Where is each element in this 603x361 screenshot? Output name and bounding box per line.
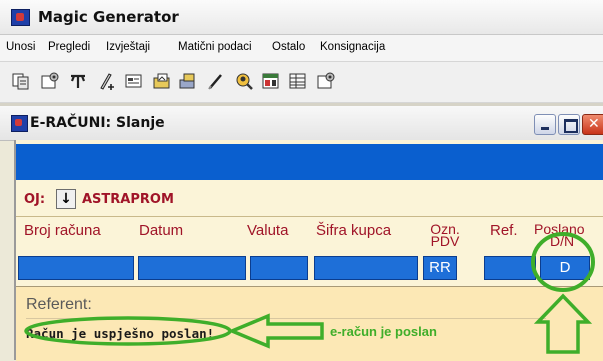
oj-value: ASTRAPROM	[82, 192, 174, 207]
menu-unosi[interactable]: Unosi	[6, 41, 35, 53]
cell-ref[interactable]	[484, 256, 536, 280]
grid-icon[interactable]	[261, 71, 281, 91]
settings-window-icon[interactable]	[316, 71, 336, 91]
minimize-button[interactable]	[534, 114, 556, 135]
menu-ostalo[interactable]: Ostalo	[272, 41, 305, 53]
referent-label: Referent:	[26, 296, 92, 313]
toolbar	[0, 62, 603, 103]
cell-datum[interactable]	[138, 256, 246, 280]
cell-ozn-pdv[interactable]: RR	[423, 256, 457, 280]
form-icon[interactable]	[124, 71, 144, 91]
referent-field[interactable]	[26, 318, 546, 319]
copy-icon[interactable]	[11, 71, 31, 91]
cell-poslano[interactable]: D	[540, 256, 590, 280]
header-band	[16, 144, 603, 180]
header-divider	[16, 216, 603, 217]
col-header-poslano-line2: D/N	[550, 233, 575, 247]
menu-konsignacija[interactable]: Konsignacija	[320, 41, 385, 53]
app-title: Magic Generator	[38, 8, 179, 26]
window-title: E-RAČUNI: Slanje	[30, 115, 165, 131]
col-header-ozn-pdv: Ozn. PDV	[422, 222, 468, 249]
tools-icon[interactable]	[68, 71, 88, 91]
folder-image-icon[interactable]	[152, 71, 172, 91]
edit-plus-icon[interactable]	[97, 71, 117, 91]
menu-bar: Unosi Pregledi Izvještaji Matični podaci…	[0, 35, 603, 62]
app-title-bar: Magic Generator	[0, 0, 603, 35]
col-header-sifra-kupca: Šifra kupca	[316, 222, 392, 239]
oj-dropdown-button[interactable]: ↓	[56, 189, 76, 209]
oj-label: OJ:	[24, 192, 46, 207]
menu-pregledi[interactable]: Pregledi	[48, 41, 90, 53]
maximize-button[interactable]	[558, 114, 580, 135]
col-header-ozn-pdv-line2: PDV	[430, 233, 460, 249]
col-header-ref: Ref.	[490, 222, 518, 239]
search-user-icon[interactable]	[234, 71, 254, 91]
settings-icon[interactable]	[40, 71, 60, 91]
col-header-broj-racuna: Broj računa	[24, 222, 101, 239]
close-button[interactable]	[582, 114, 603, 135]
app-logo-icon	[11, 9, 30, 26]
col-header-valuta: Valuta	[247, 222, 289, 239]
cell-valuta[interactable]	[250, 256, 308, 280]
cell-broj-racuna[interactable]	[18, 256, 134, 280]
transfer-icon[interactable]	[178, 71, 198, 91]
menu-izvjestaji[interactable]: Izvještaji	[106, 41, 150, 53]
col-header-datum: Datum	[139, 222, 184, 239]
col-header-poslano: Poslano D/N	[534, 223, 603, 247]
status-message: Račun je uspješno poslan!	[26, 326, 215, 341]
referent-panel	[16, 286, 603, 361]
menu-maticni-podaci[interactable]: Matični podaci	[178, 41, 252, 53]
annotation-label: e-račun je poslan	[330, 324, 437, 339]
window-logo-icon	[11, 115, 28, 132]
table-icon[interactable]	[288, 71, 308, 91]
pen-icon[interactable]	[206, 71, 226, 91]
window-title-bar: E-RAČUNI: Slanje	[0, 106, 603, 141]
cell-sifra-kupca[interactable]	[314, 256, 418, 280]
